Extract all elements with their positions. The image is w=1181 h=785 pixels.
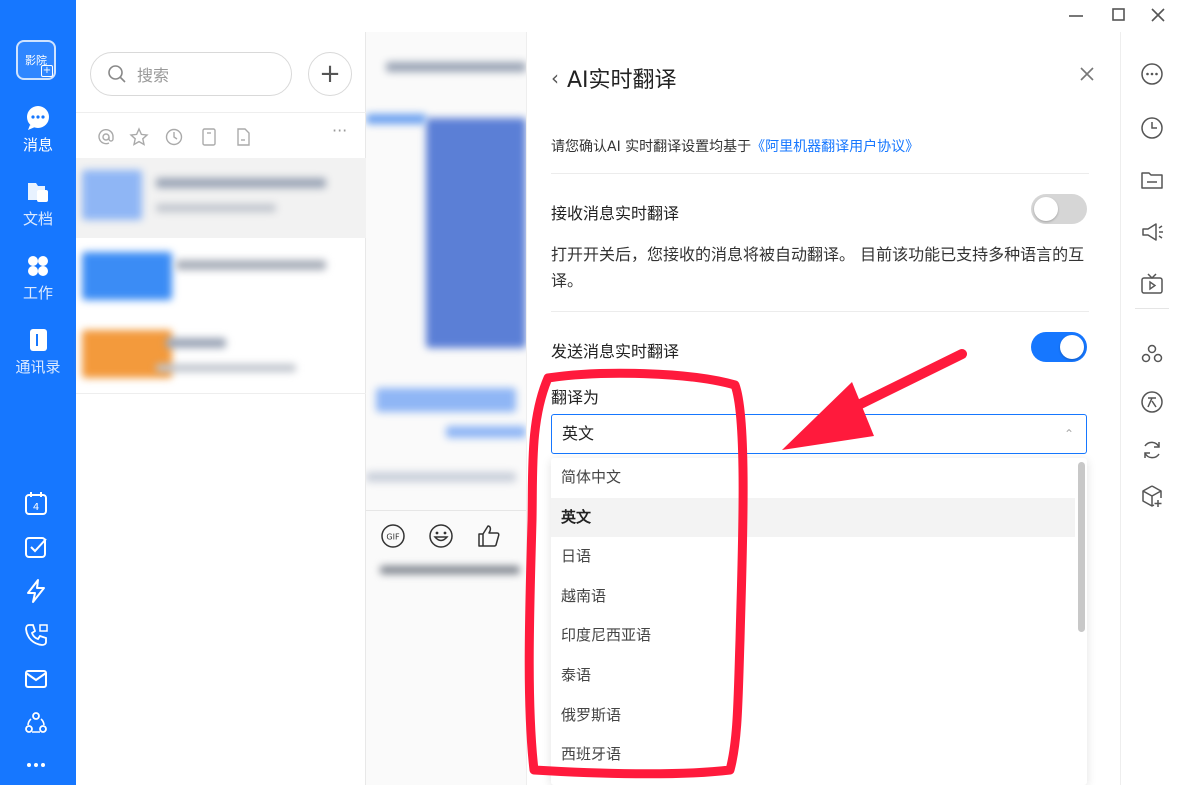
team-icon[interactable] bbox=[1140, 342, 1164, 366]
panel-title-bar: ‹ AI实时翻译 bbox=[551, 62, 677, 94]
nav-item-contacts[interactable]: 通讯录 bbox=[0, 328, 76, 377]
close-icon[interactable] bbox=[1075, 62, 1099, 86]
language-option[interactable]: 印度尼西亚语 bbox=[551, 616, 1075, 656]
avatar[interactable]: 影院 + bbox=[16, 40, 56, 80]
selected-language: 英文 bbox=[562, 424, 595, 443]
document-folder-icon bbox=[28, 183, 48, 202]
star-icon[interactable] bbox=[129, 127, 149, 147]
chat-toolbar: GIF bbox=[366, 510, 526, 560]
mail-icon[interactable] bbox=[23, 666, 49, 692]
back-arrow-icon[interactable]: ‹ bbox=[551, 66, 559, 90]
more-options-icon[interactable] bbox=[1140, 62, 1164, 86]
sync-icon[interactable] bbox=[1140, 438, 1164, 462]
send-translate-label: 发送消息实时翻译 bbox=[551, 342, 680, 361]
live-tv-icon[interactable] bbox=[1140, 272, 1164, 296]
add-icon: + bbox=[41, 65, 53, 77]
list-item[interactable] bbox=[76, 316, 366, 394]
language-option[interactable]: 越南语 bbox=[551, 577, 1075, 617]
right-toolbar bbox=[1120, 32, 1181, 785]
close-icon[interactable] bbox=[1146, 4, 1170, 26]
nav-item-work[interactable]: 工作 bbox=[0, 254, 76, 303]
history-icon[interactable] bbox=[1140, 116, 1164, 140]
ai-translate-panel: ‹ AI实时翻译 请您确认AI 实时翻译设置均基于《阿里机器翻译用户协议》 接收… bbox=[526, 32, 1120, 785]
contacts-book-icon bbox=[30, 329, 47, 351]
nav-label: 文档 bbox=[22, 210, 53, 228]
calendar-icon[interactable]: 4 bbox=[23, 490, 49, 516]
nav-item-docs[interactable]: 文档 bbox=[0, 180, 76, 229]
language-select[interactable]: 英文 ⌃ bbox=[551, 414, 1087, 454]
list-item[interactable] bbox=[76, 238, 366, 316]
folder-icon[interactable] bbox=[1140, 168, 1164, 192]
list-item[interactable] bbox=[76, 158, 366, 238]
avatar-text: 影院 bbox=[25, 53, 47, 67]
dropdown-scrollbar[interactable] bbox=[1078, 462, 1085, 632]
maximize-icon[interactable] bbox=[1107, 4, 1131, 26]
grid-apps-icon bbox=[28, 256, 48, 276]
language-option[interactable]: 日语 bbox=[551, 537, 1075, 577]
chat-bubble-icon bbox=[27, 106, 49, 130]
nav-label: 通讯录 bbox=[15, 358, 61, 376]
vote-icon[interactable] bbox=[1140, 390, 1164, 414]
search-icon bbox=[108, 65, 126, 83]
more-icon[interactable] bbox=[23, 752, 49, 778]
language-option[interactable]: 泰语 bbox=[551, 656, 1075, 696]
divider bbox=[551, 173, 1089, 174]
add-app-icon[interactable] bbox=[1140, 484, 1164, 508]
agreement-note: 请您确认AI 实时翻译设置均基于《阿里机器翻译用户协议》 bbox=[551, 136, 919, 156]
conversation-list: 搜索 + ··· bbox=[76, 32, 366, 785]
minimize-icon[interactable] bbox=[1064, 4, 1088, 26]
receive-translate-toggle[interactable] bbox=[1031, 194, 1087, 224]
lightning-icon[interactable] bbox=[23, 578, 49, 604]
language-option[interactable]: 俄罗斯语 bbox=[551, 696, 1075, 736]
left-nav: 影院 + 消息 文档 工作 通讯录 4 bbox=[0, 0, 76, 785]
nav-item-messages[interactable]: 消息 bbox=[0, 106, 76, 155]
calendar-day: 4 bbox=[33, 502, 39, 513]
search-placeholder: 搜索 bbox=[137, 66, 170, 85]
phone-icon[interactable] bbox=[23, 622, 49, 648]
more-filters[interactable]: ··· bbox=[332, 121, 347, 140]
search-input[interactable]: 搜索 bbox=[90, 52, 292, 96]
translate-to-label: 翻译为 bbox=[551, 388, 600, 407]
language-dropdown: 简体中文 英文 日语 越南语 印度尼西亚语 泰语 俄罗斯语 西班牙语 bbox=[551, 458, 1087, 785]
nav-label: 工作 bbox=[22, 284, 53, 302]
chat-area: GIF bbox=[366, 32, 526, 785]
agreement-link[interactable]: 《阿里机器翻译用户协议》 bbox=[751, 139, 919, 155]
language-option[interactable]: 西班牙语 bbox=[551, 735, 1075, 775]
checkbox-icon[interactable] bbox=[23, 534, 49, 560]
receive-translate-desc: 打开开关后，您接收的消息将被自动翻译。 目前该功能已支持多种语言的互译。 bbox=[551, 245, 1085, 290]
agreement-note-text: 请您确认AI 实时翻译设置均基于 bbox=[551, 139, 752, 155]
language-option-selected[interactable]: 英文 bbox=[551, 497, 1075, 538]
add-button[interactable]: + bbox=[308, 52, 352, 96]
chevron-up-icon: ⌃ bbox=[1063, 427, 1074, 441]
filter-bar: ··· bbox=[76, 112, 366, 158]
bookmark-icon[interactable] bbox=[199, 127, 219, 147]
emoji-icon[interactable] bbox=[428, 523, 454, 549]
network-icon[interactable] bbox=[23, 710, 49, 736]
language-option[interactable]: 简体中文 bbox=[551, 458, 1075, 498]
at-mention-icon[interactable] bbox=[96, 127, 116, 147]
thumbs-up-icon[interactable] bbox=[476, 523, 502, 549]
divider bbox=[551, 311, 1089, 312]
gif-icon[interactable]: GIF bbox=[380, 523, 406, 549]
nav-label: 消息 bbox=[22, 136, 53, 154]
announcement-icon[interactable] bbox=[1140, 220, 1164, 244]
send-translate-toggle[interactable] bbox=[1031, 332, 1087, 362]
receive-translate-label: 接收消息实时翻译 bbox=[551, 204, 680, 223]
divider bbox=[1135, 308, 1169, 309]
panel-title: AI实时翻译 bbox=[567, 68, 677, 93]
gif-label: GIF bbox=[386, 533, 400, 542]
clock-icon[interactable] bbox=[164, 127, 184, 147]
file-icon[interactable] bbox=[233, 127, 253, 147]
window-titlebar bbox=[76, 0, 1181, 32]
